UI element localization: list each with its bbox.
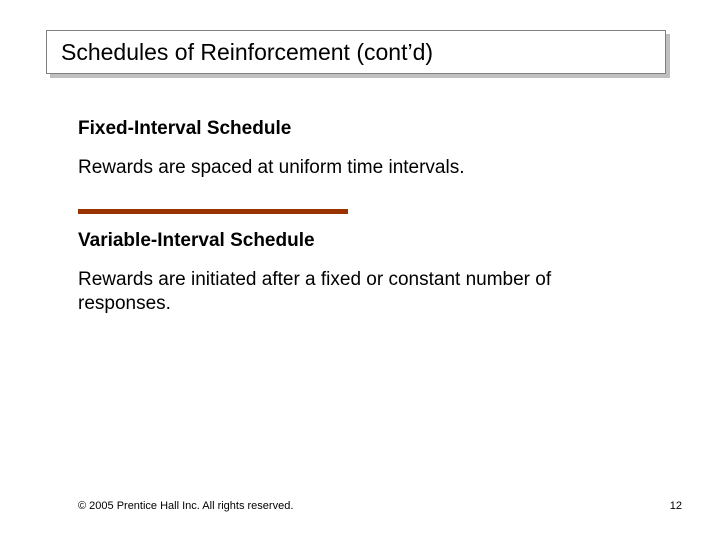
section1-body: Rewards are spaced at uniform time inter… <box>78 156 648 181</box>
footer-page-number: 12 <box>670 500 682 512</box>
slide-title: Schedules of Reinforcement (cont’d) <box>61 39 433 66</box>
footer-copyright: © 2005 Prentice Hall Inc. All rights res… <box>78 500 293 512</box>
title-box: Schedules of Reinforcement (cont’d) <box>46 30 666 74</box>
slide-content: Fixed-Interval Schedule Rewards are spac… <box>78 118 648 317</box>
divider-rule <box>78 209 348 214</box>
section1-heading: Fixed-Interval Schedule <box>78 118 648 140</box>
section2-heading: Variable-Interval Schedule <box>78 230 648 252</box>
slide-title-container: Schedules of Reinforcement (cont’d) <box>46 30 666 74</box>
section2-body: Rewards are initiated after a fixed or c… <box>78 268 648 317</box>
